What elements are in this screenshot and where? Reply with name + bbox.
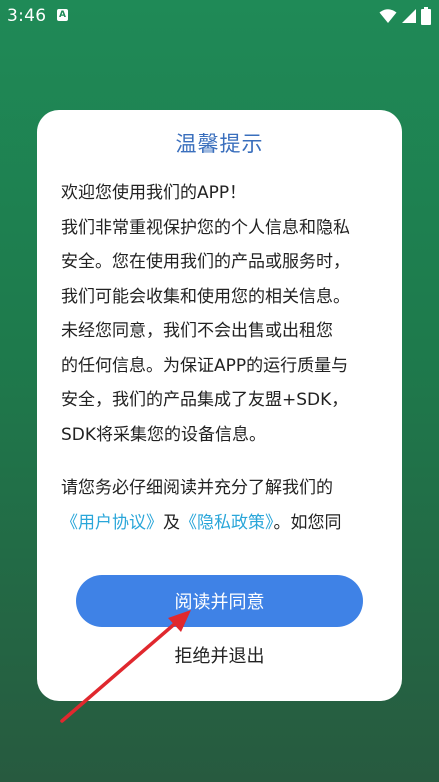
dialog-line-3: 安全。您在使用我们的产品或服务时， bbox=[61, 252, 350, 272]
status-bar: 3:46 A bbox=[0, 0, 439, 34]
user-agreement-link[interactable]: 《用户协议》 bbox=[61, 513, 163, 533]
battery-icon bbox=[421, 7, 431, 25]
reject-exit-button[interactable]: 拒绝并退出 bbox=[37, 642, 402, 668]
dialog-line-6: 的任何信息。为保证APP的运行质量与 bbox=[61, 355, 349, 376]
dialog-para2-line-1: 请您务必仔细阅读并充分了解我们的 bbox=[61, 478, 333, 498]
dialog-title: 温馨提示 bbox=[175, 132, 264, 156]
wifi-icon bbox=[379, 9, 397, 23]
dialog-line-4: 我们可能会收集和使用您的相关信息。 bbox=[61, 286, 350, 307]
status-icons bbox=[379, 6, 431, 26]
privacy-policy-link[interactable]: 《隐私政策》 bbox=[180, 513, 274, 533]
after-links-text: 。如您同 bbox=[273, 512, 342, 533]
dialog-line-2: 我们非常重视保护您的个人信息和隐私 bbox=[61, 217, 350, 238]
dialog-para2-line-2: 《用户协议》及《隐私政策》。如您同 bbox=[61, 506, 381, 541]
status-time: 3:46 bbox=[7, 6, 47, 26]
dialog-line-5: 未经您同意，我们不会出售或出租您 bbox=[61, 321, 333, 341]
and-text: 及 bbox=[163, 512, 180, 533]
dialog-line-8: SDK将采集您的设备信息。 bbox=[61, 424, 267, 445]
agree-button[interactable]: 阅读并同意 bbox=[76, 575, 363, 627]
privacy-dialog: 温馨提示 欢迎您使用我们的APP！ 我们非常重视保护您的个人信息和隐私 安全。您… bbox=[37, 110, 402, 701]
signal-icon bbox=[402, 9, 416, 23]
dialog-line-1: 欢迎您使用我们的APP！ bbox=[61, 183, 247, 203]
dialog-body-scroll[interactable]: 欢迎您使用我们的APP！ 我们非常重视保护您的个人信息和隐私 安全。您在使用我们… bbox=[61, 176, 381, 546]
dialog-line-7: 安全，我们的产品集成了友盟+SDK， bbox=[61, 390, 349, 410]
a-notification-icon: A bbox=[57, 9, 68, 21]
